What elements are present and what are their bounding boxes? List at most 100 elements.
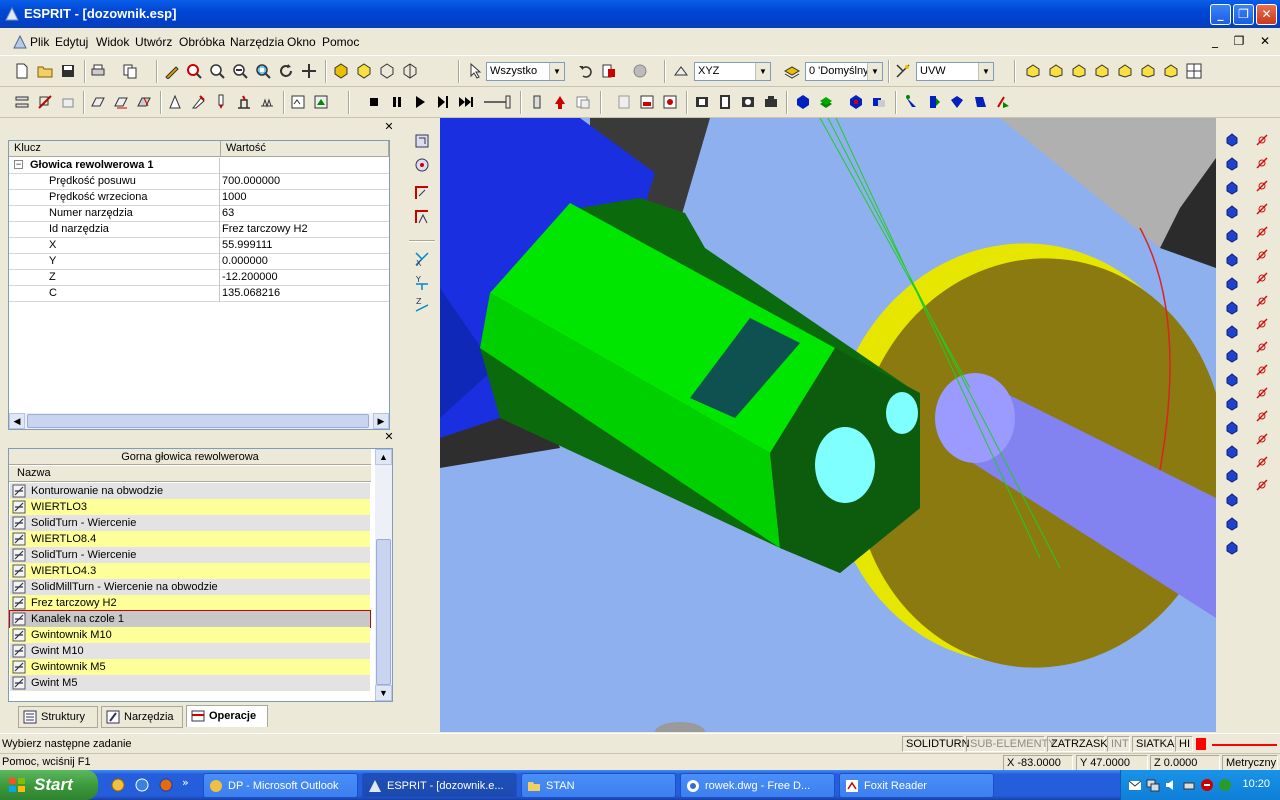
machine-icon[interactable] [694,94,710,110]
view-top-icon[interactable] [1025,63,1041,79]
close-icon[interactable]: ✕ [383,431,395,443]
grooving-icon[interactable] [236,94,252,110]
solid-sphere-net-icon[interactable] [1224,228,1240,244]
geom-ellipse-icon[interactable] [1254,477,1270,493]
col-name-header[interactable]: Nazwa [9,466,371,482]
geom-fillet-2d-icon[interactable] [1254,339,1270,355]
operation-row[interactable]: WIERTLO3 [10,499,370,515]
machine-door-icon[interactable] [717,94,733,110]
copy-icon[interactable] [122,63,138,79]
layer-combo[interactable]: 0 'Domyślny ▼ [805,62,883,81]
solid-boolean-2-icon[interactable] [1224,420,1240,436]
property-value[interactable]: 135.068216 [222,287,280,299]
solid-boolean-3-icon[interactable] [1224,444,1240,460]
rebuild-icon[interactable] [313,94,329,110]
toolpath-2-icon[interactable] [926,94,942,110]
mode-toggle-subelementy[interactable]: SUB-ELEMENTY [966,736,1056,752]
solid-coil-icon[interactable] [1224,300,1240,316]
volume-tray-icon[interactable] [1164,778,1178,792]
plane-icon[interactable] [673,63,689,79]
property-row[interactable]: X 55.999111 [9,238,389,254]
color-swatch[interactable] [1196,738,1206,750]
menu-obrobka[interactable]: Obróbka [179,35,225,49]
sim-settings-icon[interactable] [575,94,591,110]
roughing-icon[interactable] [413,184,431,202]
minimize-button[interactable]: _ [1210,4,1231,25]
task-outlook[interactable]: DP - Microsoft Outlook [203,773,358,798]
task-foxit[interactable]: Foxit Reader [839,773,994,798]
contouring-icon[interactable] [413,208,431,226]
plane-combo[interactable]: XYZ ▼ [694,62,771,81]
operation-row[interactable]: Gwintownik M10 [10,627,370,643]
wireframe-icon[interactable] [379,63,395,79]
chevron-down-icon[interactable]: ▼ [978,63,993,80]
operation-row[interactable]: Gwintownik M5 [10,659,370,675]
pan-icon[interactable] [301,63,317,79]
solid-green-icon[interactable] [818,94,834,110]
property-value[interactable]: 0.000000 [222,255,268,267]
chevron-down-icon[interactable]: ▼ [867,63,882,80]
axis-z-icon[interactable]: Z [413,296,431,314]
solid-chamfer-icon[interactable] [1224,516,1240,532]
security-tray-icon[interactable] [1200,778,1214,792]
geom-circle-1-icon[interactable] [1254,270,1270,286]
shaded-view-icon[interactable] [333,63,349,79]
drilling-icon[interactable] [213,94,229,110]
geom-spline-icon[interactable] [1254,316,1270,332]
fixture-icon[interactable] [60,94,76,110]
machine-chuck-icon[interactable] [740,94,756,110]
stop-record-icon[interactable] [632,63,648,79]
close-button[interactable]: ✕ [1256,4,1277,25]
operation-icon[interactable] [290,94,306,110]
outlook-quicklaunch-icon[interactable] [110,777,126,793]
machine-turret-icon[interactable] [763,94,779,110]
property-value[interactable]: 1000 [222,191,246,203]
axis-y-icon[interactable]: Y [413,274,431,292]
layers-icon[interactable] [784,63,800,79]
close-icon[interactable]: ✕ [383,121,395,133]
view-right-icon[interactable] [1071,63,1087,79]
toolpath-4-icon[interactable] [972,94,988,110]
chevron-down-icon[interactable]: ▼ [755,63,770,80]
stock-icon[interactable] [37,94,53,110]
turning-icon[interactable] [167,94,183,110]
geom-arc-1-icon[interactable] [1254,201,1270,217]
shaded-edges-icon[interactable] [356,63,372,79]
quicklaunch-more-icon[interactable]: » [182,776,189,789]
mdi-close-button[interactable]: ✕ [1256,33,1274,50]
chevron-up-icon[interactable]: ▲ [375,449,392,465]
select-pointer-icon[interactable] [468,63,484,79]
update-tray-icon[interactable] [1218,778,1232,792]
geom-point-icon[interactable] [1254,132,1270,148]
step-icon[interactable] [435,94,451,110]
solid-compare-icon[interactable] [871,94,887,110]
menu-edytuj[interactable]: Edytuj [55,35,88,49]
feature-icon[interactable] [90,94,106,110]
maximize-button[interactable]: ❐ [1233,4,1254,25]
rotate-icon[interactable] [278,63,294,79]
document-icon[interactable] [12,34,28,50]
machine-setup-icon[interactable] [14,94,30,110]
mode-toggle-hi[interactable]: HI [1175,736,1193,752]
property-value[interactable]: 55.999111 [222,239,272,251]
operation-row[interactable]: WIERTLO8.4 [10,531,370,547]
solid-torus-icon[interactable] [1224,204,1240,220]
tab-narzedzia[interactable]: Narzędzia [101,706,183,728]
collapse-icon[interactable]: − [14,160,23,169]
feature-chain-icon[interactable] [113,94,129,110]
undo-icon[interactable] [578,63,594,79]
title-bar[interactable]: ESPRIT - [dozownik.esp] _ ❐ ✕ [0,0,1280,28]
clipboard-icon[interactable] [601,63,617,79]
line-style-sample[interactable] [1212,744,1277,746]
solid-shell-icon[interactable] [1224,468,1240,484]
geom-arc-3-icon[interactable] [1254,247,1270,263]
draw-icon[interactable] [164,63,180,79]
mdi-restore-button[interactable]: ❐ [1230,33,1248,50]
menu-plik[interactable]: Plik [30,35,49,49]
report-icon[interactable] [616,94,632,110]
solid-boolean-1-icon[interactable] [1224,396,1240,412]
chevron-down-icon[interactable]: ▼ [549,63,564,80]
menu-utworz[interactable]: Utwórz [135,35,172,49]
property-value[interactable]: Frez tarczowy H2 [222,223,308,235]
operation-row[interactable]: Gwint M10 [10,643,370,659]
